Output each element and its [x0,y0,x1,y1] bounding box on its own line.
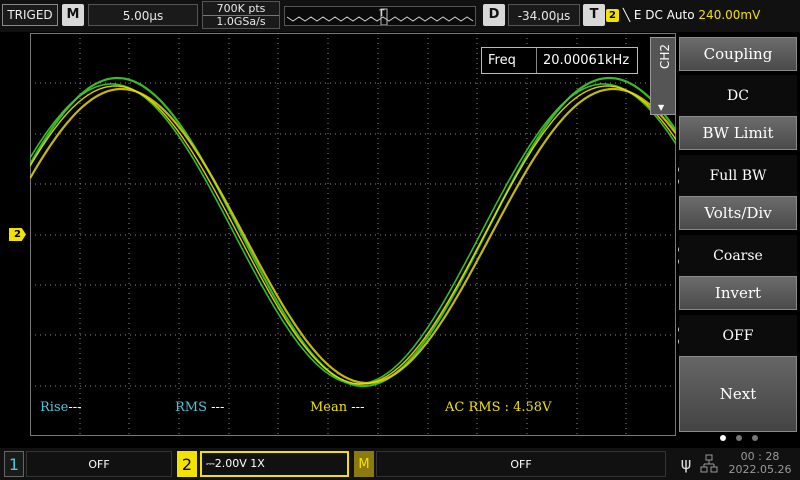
menu-title-tab: CH2 ▼ [650,37,676,115]
trigger-position-bar: T [284,6,476,26]
green-trace [30,83,676,385]
volts-div-button[interactable]: Volts/Div [679,196,797,230]
coupling-button[interactable]: Coupling [679,37,797,71]
invert-value[interactable]: OFF [679,315,797,357]
math-state[interactable]: OFF [376,451,666,477]
trigger-info[interactable]: 2 ╲ E DC Auto 240.00mV [606,4,800,26]
acquisition-info: 700K pts 1.0GSa/s [202,1,280,29]
menu-title: CH2 [658,43,672,69]
measurement-rise: Rise--- [40,400,82,415]
green-trace [30,76,676,388]
frequency-value: 20.00061kHz [536,48,629,73]
trigger-position-icon: T [378,9,385,19]
delay-value[interactable]: -34.00μs [508,4,580,26]
delay-key[interactable]: D [483,4,505,26]
page-dot [736,435,742,441]
ch2-number[interactable]: 2 [177,451,197,477]
dc-coupling-icon: ⎓ [206,457,215,470]
measurement-rms: RMS --- [175,400,224,415]
trigger-level: 240.00mV [698,8,761,22]
volts-div-value[interactable]: Coarse [679,235,797,277]
clock-date: 2022.05.26 [728,463,792,476]
acrms-label: AC RMS : [445,400,509,415]
page-dot [752,435,758,441]
page-dot-active [720,435,726,441]
frequency-label: Freq [488,53,516,68]
ch2-setting: 2.00V 1X [214,457,265,470]
menu-arrow-icon: ▼ [658,103,665,112]
usb-icon: ψ [680,454,692,473]
ch1-state[interactable]: OFF [26,451,172,477]
clock-time: 00 : 28 [740,450,780,463]
timebase-key[interactable]: M [62,4,84,26]
trigger-status: TRIGED [2,4,58,26]
sample-rate: 1.0GSa/s [203,15,279,28]
ch1-number[interactable]: 1 [4,451,24,477]
next-page-button[interactable]: Next [679,356,797,432]
bw-limit-value[interactable]: Full BW [679,155,797,197]
waveform-overview: T [286,8,474,25]
rms-label: RMS [175,400,208,415]
rise-value: --- [68,400,82,415]
network-icon [699,452,719,476]
measurement-mean: Mean --- [310,400,364,415]
mean-label: Mean [310,400,348,415]
trigger-key[interactable]: T [583,4,605,26]
rise-label: Rise [40,400,69,415]
mean-value: --- [351,400,365,415]
ch2-setting-box[interactable]: ⎓2.00V 1X [200,451,349,477]
waveform-graticule [30,33,676,436]
acrms-value: 4.58V [513,400,552,415]
frequency-readout: Freq 20.00061kHz [481,47,638,74]
rms-value: --- [211,400,225,415]
timebase-value[interactable]: 5.00μs [88,4,198,26]
yellow-trace [30,85,676,385]
clock: 00 : 28 2022.05.26 [722,450,798,476]
measurement-acrms: AC RMS : 4.58V [445,400,551,415]
trigger-channel-badge: 2 [606,9,619,22]
ch2-offset-marker[interactable]: 2 [9,228,26,241]
memory-depth: 700K pts [216,2,266,15]
coupling-value[interactable]: DC [679,75,797,117]
yellow-trace [30,87,676,385]
trigger-settings: E DC Auto [633,8,695,22]
invert-button[interactable]: Invert [679,276,797,310]
bw-limit-button[interactable]: BW Limit [679,116,797,150]
trigger-edge-icon: ╲ [622,8,631,22]
math-key[interactable]: M [354,451,374,477]
